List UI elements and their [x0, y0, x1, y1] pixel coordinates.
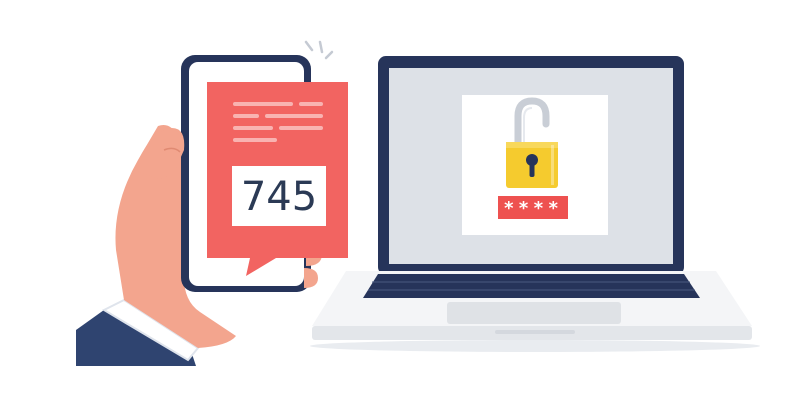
- hand-with-phone: 745: [76, 40, 348, 366]
- keyboard: [363, 274, 700, 298]
- two-factor-authentication-illustration: **** 745: [76, 40, 760, 366]
- laptop-icon: ****: [310, 56, 760, 352]
- sms-message-icon: 745: [207, 82, 348, 276]
- verification-code: 745: [241, 174, 317, 220]
- touchpad: [447, 302, 621, 324]
- password-mask: ****: [503, 198, 562, 219]
